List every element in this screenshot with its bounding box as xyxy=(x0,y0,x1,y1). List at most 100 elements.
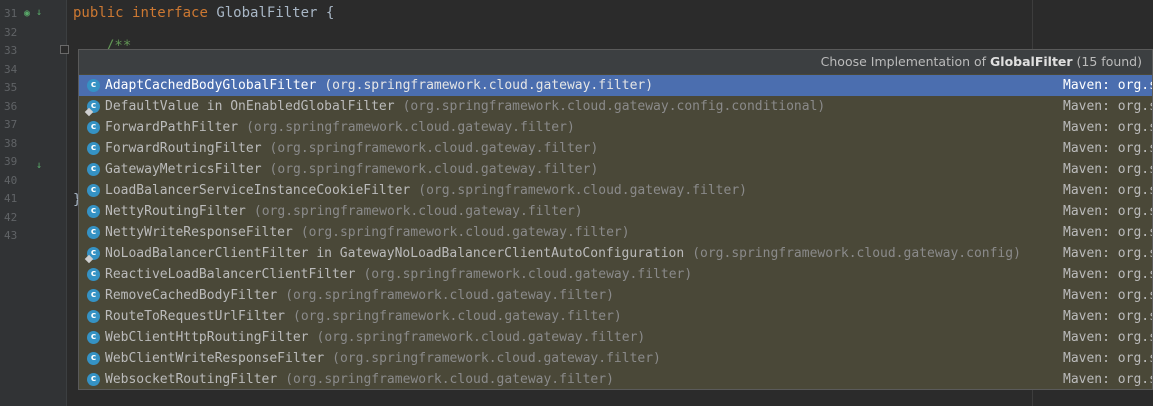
line-number: 41 xyxy=(4,192,18,205)
implementation-entry: WebsocketRoutingFilter (org.springframewo… xyxy=(105,369,614,390)
implementation-location: Maven: org.s xyxy=(1063,288,1152,303)
implementation-location: Maven: org.s xyxy=(1063,351,1152,366)
implementation-entry: ForwardPathFilter (org.springframework.cl… xyxy=(105,117,575,138)
implementation-item[interactable]: c ForwardPathFilter (org.springframework.c… xyxy=(79,117,1152,138)
implementation-item[interactable]: c NettyWriteResponseFilter (org.springfram… xyxy=(79,222,1152,243)
line-number: 40 xyxy=(4,173,18,187)
implementation-package: (org.springframework.cloud.gateway.filte… xyxy=(300,225,630,240)
implemented-gutter-icon[interactable]: ↓ xyxy=(36,7,42,18)
class-icon: c xyxy=(87,121,100,134)
implementation-name: ReactiveLoadBalancerClientFilter xyxy=(105,267,356,282)
class-icon: c xyxy=(87,142,100,155)
choose-implementation-popup[interactable]: Choose Implementation of GlobalFilter (1… xyxy=(78,49,1153,390)
implementation-package: (org.springframework.cloud.gateway.filte… xyxy=(324,78,654,93)
implementation-name: WebClientHttpRoutingFilter xyxy=(105,330,309,345)
implemented-gutter-icon[interactable]: ◉ xyxy=(24,8,30,19)
implementation-package: (org.springframework.cloud.gateway.filte… xyxy=(269,162,599,177)
line-number: 32 xyxy=(4,25,18,39)
class-icon: c xyxy=(87,184,100,197)
implementation-package: (org.springframework.cloud.gateway.filte… xyxy=(285,288,614,303)
implementation-name: WebsocketRoutingFilter xyxy=(105,372,278,387)
implementation-entry: NoLoadBalancerClientFilter in GatewayNoL… xyxy=(105,243,1021,264)
code-line-31[interactable]: public interface GlobalFilter { xyxy=(73,5,334,21)
class-icon: c xyxy=(87,352,100,365)
implementation-item[interactable]: c ForwardRoutingFilter (org.springframewor… xyxy=(79,138,1152,159)
implementation-name: RouteToRequestUrlFilter xyxy=(105,309,286,324)
implementation-item[interactable]: c WebClientWriteResponseFilter (org.spring… xyxy=(79,348,1152,369)
implementation-item[interactable]: c GatewayMetricsFilter (org.springframewor… xyxy=(79,159,1152,180)
line-number: 37 xyxy=(4,118,18,131)
class-icon: c xyxy=(87,268,100,281)
implementation-name: GatewayMetricsFilter xyxy=(105,162,262,177)
gutter-divider xyxy=(66,0,67,406)
popup-header-prefix: Choose Implementation of xyxy=(820,54,991,69)
implementation-entry: ReactiveLoadBalancerClientFilter (org.spr… xyxy=(105,264,692,285)
implementation-name: ForwardPathFilter xyxy=(105,120,239,135)
implementation-item[interactable]: c WebClientHttpRoutingFilter (org.springfr… xyxy=(79,327,1152,348)
implementation-entry: WebClientWriteResponseFilter (org.springf… xyxy=(105,348,661,369)
implementation-package: (org.springframework.cloud.gateway.confi… xyxy=(402,99,826,114)
popup-header: Choose Implementation of GlobalFilter (1… xyxy=(79,50,1152,74)
implementation-name: AdaptCachedBodyGlobalFilter xyxy=(105,78,317,93)
implementation-location: Maven: org.s xyxy=(1063,183,1152,198)
interface-name: GlobalFilter xyxy=(216,5,318,21)
implementation-location: Maven: org.s xyxy=(1063,99,1152,114)
line-number: 38 xyxy=(4,136,18,150)
implementation-entry: ForwardRoutingFilter (org.springframework… xyxy=(105,138,598,159)
implementation-entry: RouteToRequestUrlFilter (org.springframew… xyxy=(105,306,622,327)
implementation-location: Maven: org.s xyxy=(1063,141,1152,156)
popup-header-interface: GlobalFilter xyxy=(990,54,1073,69)
implemented-gutter-icon[interactable]: ↓ xyxy=(36,160,42,171)
implementation-item[interactable]: c ReactiveLoadBalancerClientFilter (org.sp… xyxy=(79,264,1152,285)
implementation-package: (org.springframework.cloud.gateway.filte… xyxy=(316,330,646,345)
implementation-name: NettyWriteResponseFilter xyxy=(105,225,293,240)
class-icon: c xyxy=(87,289,100,302)
implementation-entry: AdaptCachedBodyGlobalFilter (org.springfr… xyxy=(105,75,653,96)
keyword: interface xyxy=(132,5,208,21)
implementation-entry: GatewayMetricsFilter (org.springframework… xyxy=(105,159,598,180)
line-number: 34 xyxy=(4,62,18,76)
class-icon: c xyxy=(87,310,100,323)
implementation-name: WebClientWriteResponseFilter xyxy=(105,351,325,366)
implementation-location: Maven: org.s xyxy=(1063,120,1152,135)
implementation-item[interactable]: c WebsocketRoutingFilter (org.springframew… xyxy=(79,369,1152,390)
fold-marker-icon[interactable] xyxy=(60,45,69,54)
implementation-location: Maven: org.s xyxy=(1063,246,1152,261)
class-icon: c xyxy=(87,331,100,344)
implementation-location: Maven: org.s xyxy=(1063,162,1152,177)
implementation-item[interactable]: c LoadBalancerServiceInstanceCookieFilter… xyxy=(79,180,1152,201)
implementation-entry: RemoveCachedBodyFilter (org.springframewo… xyxy=(105,285,614,306)
implementation-package: (org.springframework.cloud.gateway.filte… xyxy=(363,267,693,282)
implementation-item[interactable]: c RemoveCachedBodyFilter (org.springframew… xyxy=(79,285,1152,306)
implementation-item[interactable]: c NettyRoutingFilter (org.springframework.… xyxy=(79,201,1152,222)
implementation-package: (org.springframework.cloud.gateway.filte… xyxy=(246,120,575,135)
line-number: 35 xyxy=(4,81,18,94)
popup-header-count: (15 found) xyxy=(1072,54,1142,69)
implementation-item[interactable]: c RouteToRequestUrlFilter (org.springframe… xyxy=(79,306,1152,327)
implementation-package: (org.springframework.cloud.gateway.filte… xyxy=(253,204,583,219)
implementation-location: Maven: org.s xyxy=(1063,225,1152,240)
implementation-package: (org.springframework.cloud.gateway.filte… xyxy=(293,309,622,324)
implementation-entry: NettyWriteResponseFilter (org.springframe… xyxy=(105,222,630,243)
implementation-package: (org.springframework.cloud.gateway.filte… xyxy=(285,372,614,387)
implementation-package: (org.springframework.cloud.gateway.confi… xyxy=(692,246,1021,261)
implementation-item[interactable]: c NoLoadBalancerClientFilter in GatewayNo… xyxy=(79,243,1152,264)
implementation-list[interactable]: c AdaptCachedBodyGlobalFilter (org.springf… xyxy=(79,75,1152,390)
open-brace: { xyxy=(325,5,335,21)
implementation-item[interactable]: c AdaptCachedBodyGlobalFilter (org.springf… xyxy=(79,75,1152,96)
implementation-location: Maven: org.s xyxy=(1063,372,1152,387)
implementation-name: LoadBalancerServiceInstanceCookieFilter xyxy=(105,183,411,198)
implementation-location: Maven: org.s xyxy=(1063,204,1152,219)
implementation-item[interactable]: c DefaultValue in OnEnabledGlobalFilter (o… xyxy=(79,96,1152,117)
implementation-name: NettyRoutingFilter xyxy=(105,204,246,219)
class-icon: c xyxy=(87,79,100,92)
line-number: 39 xyxy=(4,155,18,168)
implementation-package: (org.springframework.cloud.gateway.filte… xyxy=(269,141,599,156)
implementation-package: (org.springframework.cloud.gateway.filte… xyxy=(332,351,661,366)
line-number: 36 xyxy=(4,99,18,113)
class-icon: c xyxy=(87,163,100,176)
keyword: public xyxy=(73,5,124,21)
implementation-entry: LoadBalancerServiceInstanceCookieFilter (… xyxy=(105,180,747,201)
line-number: 31 xyxy=(4,7,18,20)
implementation-name: DefaultValue in OnEnabledGlobalFilter xyxy=(105,99,395,114)
